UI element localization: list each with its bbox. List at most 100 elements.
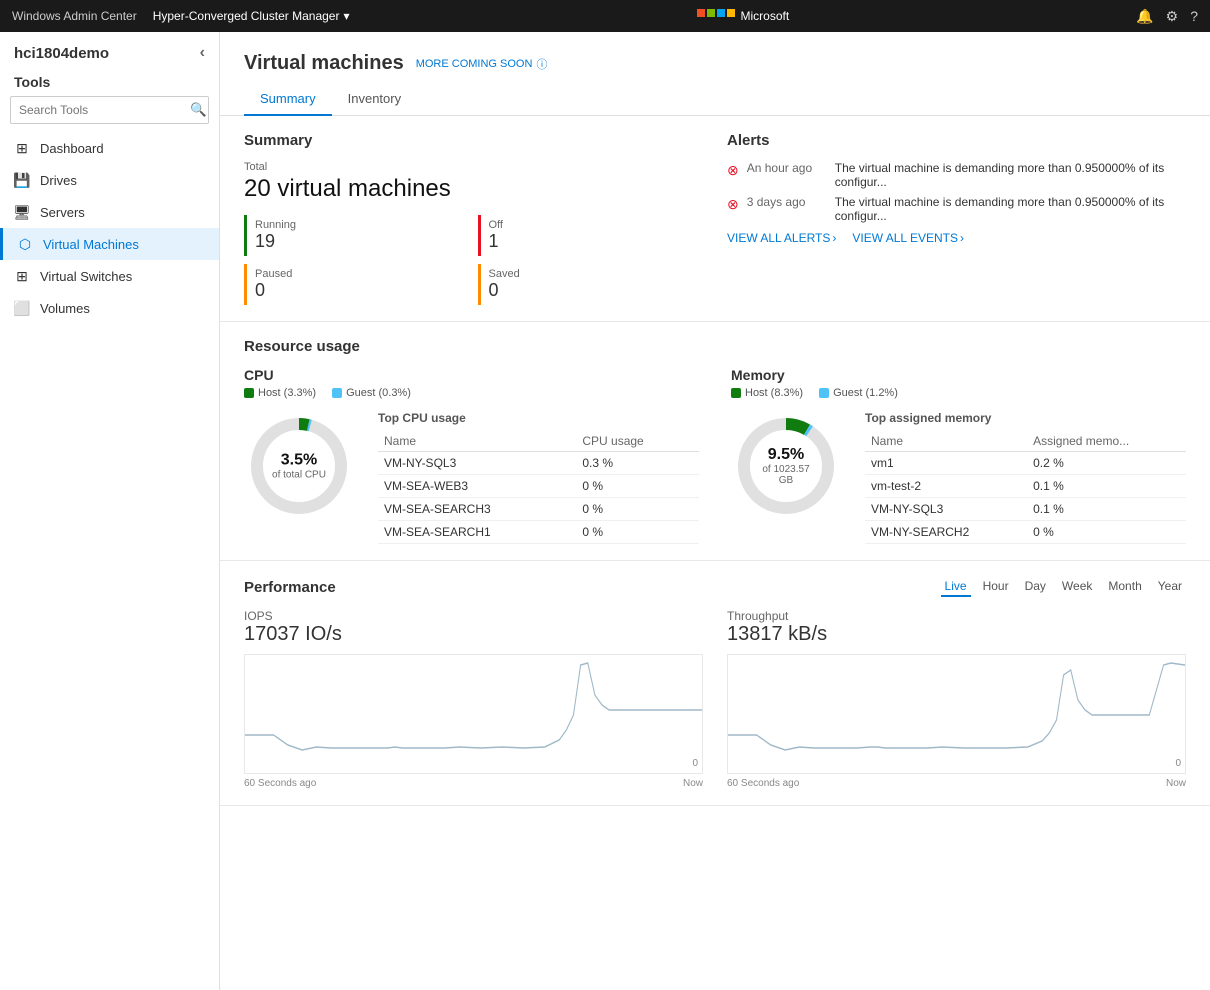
cpu-usage-table: Top CPU usage Name CPU usage VM-NY-SQL (378, 411, 699, 544)
chart-zero-throughput: 0 (1175, 758, 1181, 769)
cpu-table-title: Top CPU usage (378, 411, 699, 425)
perf-tab-live[interactable]: Live (941, 577, 971, 597)
servers-icon: 🖥 (14, 204, 30, 220)
cpu-table: Name CPU usage VM-NY-SQL30.3 % VM-SEA-WE… (378, 431, 699, 544)
view-all-alerts-label: VIEW ALL ALERTS (727, 231, 830, 245)
vm-stat-off-value: 1 (489, 231, 696, 252)
sidebar-item-label: Volumes (40, 301, 90, 316)
vm-stat-saved-value: 0 (489, 280, 696, 301)
perf-tab-month[interactable]: Month (1104, 577, 1145, 597)
notification-icon[interactable]: 🔔 (1136, 8, 1153, 25)
tab-summary[interactable]: Summary (244, 83, 332, 116)
memory-content: 9.5% of 1023.57 GB Top assigned memory N… (731, 411, 1186, 544)
vm-stat-running-value: 19 (255, 231, 462, 252)
perf-tab-week[interactable]: Week (1058, 577, 1096, 597)
cpu-guest-legend: Guest (0.3%) (332, 387, 411, 399)
table-row: VM-NY-SQL30.3 % (378, 452, 699, 475)
topbar-icons: 🔔 ⚙ ? (1136, 8, 1198, 25)
dashboard-icon: ⊞ (14, 140, 30, 156)
performance-section: Performance Live Hour Day Week Month Yea… (220, 561, 1210, 806)
info-icon: ⓘ (536, 56, 547, 72)
search-input[interactable] (11, 98, 182, 122)
cluster-manager[interactable]: Hyper-Converged Cluster Manager ▾ (153, 9, 350, 23)
memory-pct: 9.5% (759, 446, 814, 464)
cpu-legend: Host (3.3%) Guest (0.3%) (244, 387, 699, 399)
cpu-host-label: Host (3.3%) (258, 387, 316, 399)
sidebar-item-label: Dashboard (40, 141, 104, 156)
memory-host-legend: Host (8.3%) (731, 387, 803, 399)
resource-usage-title: Resource usage (244, 338, 1186, 355)
alert-time-2: 3 days ago (747, 195, 827, 209)
iops-chart-axis: 60 Seconds ago Now (244, 778, 703, 789)
help-icon[interactable]: ? (1190, 8, 1198, 24)
memory-host-label: Host (8.3%) (745, 387, 803, 399)
sidebar-item-label: Virtual Switches (40, 269, 132, 284)
vm-stat-paused-label: Paused (255, 268, 462, 280)
memory-legend: Host (8.3%) Guest (1.2%) (731, 387, 1186, 399)
main-tabs: Summary Inventory (220, 83, 1210, 116)
chart-zero-iops: 0 (692, 758, 698, 769)
alert-item-2: ⊗ 3 days ago The virtual machine is dema… (727, 195, 1186, 223)
view-all-events-link[interactable]: VIEW ALL EVENTS › (852, 231, 964, 245)
cpu-col-name: Name (378, 431, 576, 452)
cpu-donut: 3.5% of total CPU (244, 411, 354, 521)
summary-title: Summary (244, 132, 703, 149)
memory-title: Memory (731, 367, 1186, 383)
view-all-alerts-link[interactable]: VIEW ALL ALERTS › (727, 231, 836, 245)
memory-sub: of 1023.57 GB (759, 464, 814, 486)
cpu-content: 3.5% of total CPU Top CPU usage Name C (244, 411, 699, 544)
sidebar-item-virtual-switches[interactable]: ⊞ Virtual Switches (0, 260, 219, 292)
microsoft-logo (697, 9, 735, 23)
search-box: 🔍 (10, 96, 209, 124)
vm-stat-off: Off 1 (478, 215, 704, 256)
throughput-label: Throughput (727, 609, 1186, 623)
memory-donut: 9.5% of 1023.57 GB (731, 411, 841, 521)
tab-inventory[interactable]: Inventory (332, 83, 417, 116)
memory-table: Name Assigned memo... vm10.2 % vm-test-2… (865, 431, 1186, 544)
table-row: vm-test-20.1 % (865, 475, 1186, 498)
perf-tab-year[interactable]: Year (1154, 577, 1186, 597)
sidebar-item-label: Virtual Machines (43, 237, 139, 252)
perf-title: Performance (244, 579, 336, 596)
tools-label: Tools (0, 70, 219, 96)
chart-end-iops: Now (683, 778, 703, 789)
sidebar-collapse-button[interactable]: ‹ (200, 44, 205, 62)
iops-chart-block: IOPS 17037 IO/s 0 60 Seconds ago Now (244, 609, 703, 789)
sidebar: hci1804demo ‹ Tools 🔍 ⊞ Dashboard 💾 Driv… (0, 32, 220, 990)
cpu-block: CPU Host (3.3%) Guest (0.3%) (244, 367, 699, 544)
sidebar-item-volumes[interactable]: ⬜ Volumes (0, 292, 219, 324)
memory-block: Memory Host (8.3%) Guest (1.2%) (731, 367, 1186, 544)
memory-guest-dot (819, 388, 829, 398)
vm-stat-saved-label: Saved (489, 268, 696, 280)
alert-time-1: An hour ago (747, 161, 827, 175)
alert-msg-2: The virtual machine is demanding more th… (835, 195, 1186, 223)
chevron-down-icon: ▾ (343, 9, 349, 23)
memory-guest-label: Guest (1.2%) (833, 387, 898, 399)
sidebar-item-virtual-machines[interactable]: ⬡ Virtual Machines (0, 228, 219, 260)
table-row: VM-SEA-SEARCH10 % (378, 521, 699, 544)
app-title: Windows Admin Center (12, 9, 137, 23)
throughput-chart: 0 (727, 654, 1186, 774)
search-button[interactable]: 🔍 (182, 97, 209, 123)
vm-total-label: Total (244, 161, 703, 173)
perf-tab-hour[interactable]: Hour (979, 577, 1013, 597)
sidebar-header: hci1804demo ‹ (0, 32, 219, 70)
page-header: Virtual machines MORE COMING SOON ⓘ (220, 32, 1210, 75)
perf-tab-day[interactable]: Day (1021, 577, 1050, 597)
sidebar-item-drives[interactable]: 💾 Drives (0, 164, 219, 196)
cpu-sub: of total CPU (272, 470, 326, 481)
switches-icon: ⊞ (14, 268, 30, 284)
alerts-title: Alerts (727, 132, 1186, 149)
sidebar-item-dashboard[interactable]: ⊞ Dashboard (0, 132, 219, 164)
vm-stat-running: Running 19 (244, 215, 470, 256)
alert-msg-1: The virtual machine is demanding more th… (835, 161, 1186, 189)
alerts-block: Alerts ⊗ An hour ago The virtual machine… (727, 132, 1186, 305)
memory-donut-label: 9.5% of 1023.57 GB (759, 446, 814, 486)
table-row: VM-SEA-SEARCH30 % (378, 498, 699, 521)
settings-icon[interactable]: ⚙ (1166, 8, 1179, 25)
volumes-icon: ⬜ (14, 300, 30, 316)
cpu-guest-dot (332, 388, 342, 398)
perf-time-tabs: Live Hour Day Week Month Year (941, 577, 1186, 597)
sidebar-item-servers[interactable]: 🖥 Servers (0, 196, 219, 228)
memory-usage-table: Top assigned memory Name Assigned memo..… (865, 411, 1186, 544)
